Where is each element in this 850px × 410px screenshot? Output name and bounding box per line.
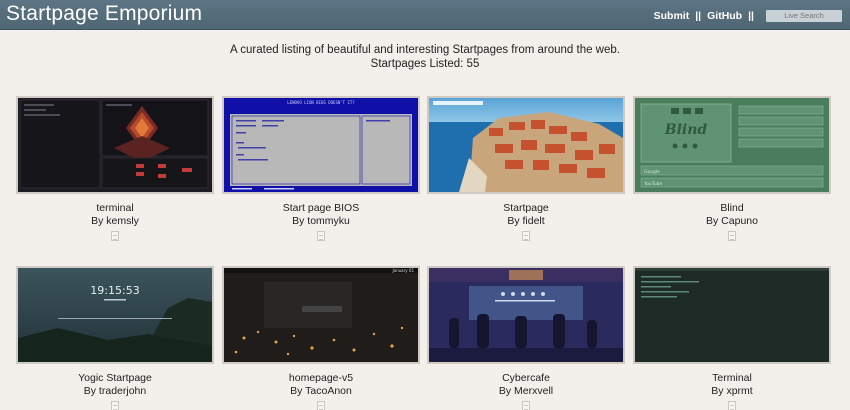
card-title[interactable]: Blind	[633, 202, 831, 215]
startpage-count: Startpages Listed: 55	[370, 58, 480, 70]
github-link[interactable]: GitHub	[707, 10, 742, 22]
nav-separator: ||	[748, 10, 754, 22]
intro-text: A curated listing of beautiful and inter…	[0, 43, 850, 71]
file-icon[interactable]	[728, 231, 736, 241]
nav-separator: ||	[695, 10, 702, 22]
blind-link-youtube: YouTube	[643, 181, 663, 187]
card-author: By xprmt	[711, 385, 753, 397]
card-author: By kemsly	[91, 215, 139, 227]
startpage-card[interactable]: Cybercafe By Merxvell	[427, 266, 625, 410]
yogic-clock: 19:15:53	[90, 284, 139, 297]
card-author: By fidelt	[507, 215, 545, 227]
card-thumbnail[interactable]	[633, 266, 831, 364]
card-thumbnail[interactable]: Blind Google YouTube	[633, 96, 831, 194]
startpage-card[interactable]: terminal By kemsly	[16, 96, 214, 246]
startpage-card[interactable]: Terminal By xprmt	[633, 266, 831, 410]
card-thumbnail[interactable]	[427, 96, 625, 194]
card-title[interactable]: Terminal	[633, 372, 831, 385]
startpage-card[interactable]: Blind Google YouTube Blind By Capuno	[633, 96, 831, 246]
nav-bar: Submit || GitHub ||	[654, 8, 842, 24]
card-author: By TacoAnon	[290, 385, 352, 397]
card-title[interactable]: Cybercafe	[427, 372, 625, 385]
live-search-input[interactable]	[766, 10, 842, 22]
file-icon[interactable]	[317, 231, 325, 241]
card-title[interactable]: terminal	[16, 202, 214, 215]
submit-link[interactable]: Submit	[654, 10, 690, 22]
file-icon[interactable]	[111, 231, 119, 241]
card-thumbnail[interactable]	[16, 96, 214, 194]
startpage-card[interactable]: Startpage By fidelt	[427, 96, 625, 246]
file-icon[interactable]	[317, 401, 325, 410]
file-icon[interactable]	[522, 231, 530, 241]
card-author: By Capuno	[706, 215, 758, 227]
bios-header: LENOVO LION BIOS DOESN'T IT?	[287, 100, 355, 105]
site-title[interactable]: Startpage Emporium	[6, 2, 202, 26]
file-icon[interactable]	[111, 401, 119, 410]
homepage-date: January 01	[391, 268, 414, 273]
card-author: By tommyku	[292, 215, 350, 227]
card-thumbnail[interactable]: January 01	[222, 266, 420, 364]
card-thumbnail[interactable]	[427, 266, 625, 364]
blind-link-google: Google	[644, 169, 660, 175]
startpage-card[interactable]: January 01 homepage-v5 By TacoAnon	[222, 266, 420, 410]
card-title[interactable]: Start page BIOS	[222, 202, 420, 215]
card-thumbnail[interactable]: LENOVO LION BIOS DOESN'T IT?	[222, 96, 420, 194]
card-title[interactable]: Startpage	[427, 202, 625, 215]
card-author: By traderjohn	[83, 385, 147, 397]
card-title[interactable]: Yogic Startpage	[16, 372, 214, 385]
card-title[interactable]: homepage-v5	[222, 372, 420, 385]
blind-logo: Blind	[664, 122, 708, 138]
top-navbar: Startpage Emporium Submit || GitHub ||	[0, 0, 850, 30]
card-author: By Merxvell	[498, 385, 554, 397]
tagline: A curated listing of beautiful and inter…	[230, 44, 620, 56]
startpage-card[interactable]: LENOVO LION BIOS DOESN'T IT? Start page …	[222, 96, 420, 246]
file-icon[interactable]	[522, 401, 530, 410]
file-icon[interactable]	[728, 401, 736, 410]
card-thumbnail[interactable]: 19:15:53	[16, 266, 214, 364]
startpage-card[interactable]: 19:15:53 Yogic Startpage By traderjohn	[16, 266, 214, 410]
